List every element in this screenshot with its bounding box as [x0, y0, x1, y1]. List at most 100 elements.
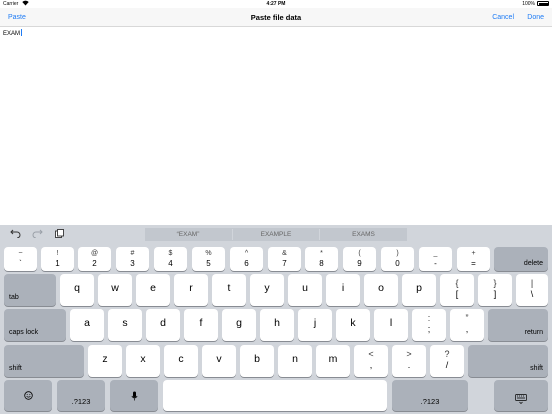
text-editor[interactable]: EXAM: [0, 28, 552, 225]
key-e[interactable]: e: [136, 274, 170, 306]
key-b[interactable]: b: [240, 345, 274, 377]
key-a[interactable]: a: [70, 309, 104, 341]
key-v[interactable]: v: [202, 345, 236, 377]
key-o[interactable]: o: [364, 274, 398, 306]
key-i[interactable]: i: [326, 274, 360, 306]
numbers-key-left[interactable]: .?123: [57, 380, 105, 411]
key-quote[interactable]: ”,: [450, 309, 484, 341]
caps-lock-key[interactable]: caps lock: [4, 309, 66, 341]
key-top-char: ^: [244, 250, 249, 257]
key-9[interactable]: (9: [343, 247, 376, 271]
key-7[interactable]: & 7: [268, 247, 301, 271]
key-y[interactable]: y: [250, 274, 284, 306]
key-3[interactable]: #3: [116, 247, 149, 271]
key-char: c: [178, 353, 184, 365]
key-n[interactable]: n: [278, 345, 312, 377]
key-semicolon[interactable]: :;: [412, 309, 446, 341]
suggestion-exams[interactable]: EXAMS: [320, 228, 407, 241]
key-question[interactable]: ? /: [430, 345, 464, 377]
key-top-char: ~: [18, 250, 23, 257]
key-u[interactable]: u: [288, 274, 322, 306]
key-p[interactable]: p: [402, 274, 436, 306]
key-j[interactable]: j: [298, 309, 332, 341]
editor-content[interactable]: EXAM: [3, 29, 22, 37]
undo-icon[interactable]: [10, 229, 21, 240]
shift-key-right[interactable]: shift: [468, 345, 548, 377]
key-bottom-char: .: [407, 360, 411, 370]
key-t[interactable]: t: [212, 274, 246, 306]
status-time: 4:27 PM: [266, 1, 286, 7]
key-bottom-char: ;: [427, 324, 431, 334]
key-char: t: [227, 282, 231, 294]
key-bottom-char: 3: [130, 259, 135, 268]
key-char: v: [216, 353, 222, 365]
key-char: l: [389, 317, 393, 329]
numbers-key-right[interactable]: .?123: [392, 380, 468, 411]
key-m[interactable]: m: [316, 345, 350, 377]
key-4[interactable]: $4: [154, 247, 187, 271]
key-d[interactable]: d: [146, 309, 180, 341]
on-screen-keyboard: “EXAM” EXAMPLE EXAMS ~ ` ! 1 @2 #3 $4 % 5 ^…: [0, 225, 552, 414]
key-l[interactable]: l: [374, 309, 408, 341]
battery-icon: [537, 1, 549, 6]
key-2[interactable]: @2: [78, 247, 111, 271]
key-equals[interactable]: + =: [457, 247, 490, 271]
key-bottom-char: /: [445, 360, 449, 370]
key-s[interactable]: s: [108, 309, 142, 341]
suggestion-example[interactable]: EXAMPLE: [233, 228, 319, 241]
key-char: e: [150, 282, 156, 294]
key-q[interactable]: q: [60, 274, 94, 306]
key-top-char: ”: [465, 313, 469, 323]
tab-key[interactable]: tab: [4, 274, 56, 306]
cancel-button[interactable]: Cancel: [492, 14, 514, 21]
key-bottom-char: 1: [55, 259, 60, 268]
key-top-char: :: [427, 313, 431, 323]
delete-key[interactable]: delete: [494, 247, 548, 271]
clipboard-icon[interactable]: [55, 229, 64, 240]
keyboard-dismiss-key[interactable]: [494, 380, 548, 411]
key-char: j: [313, 317, 317, 329]
key-1[interactable]: ! 1: [41, 247, 74, 271]
key-6[interactable]: ^ 6: [230, 247, 263, 271]
key-char: n: [292, 353, 298, 365]
redo-icon[interactable]: [32, 229, 43, 240]
key-char: w: [111, 282, 119, 294]
key-right-brace[interactable]: }]: [478, 274, 512, 306]
key-0[interactable]: ) 0: [381, 247, 414, 271]
page-title: Paste file data: [250, 13, 302, 22]
key-backtick[interactable]: ~ `: [4, 247, 37, 271]
key-z[interactable]: z: [88, 345, 122, 377]
key-g[interactable]: g: [222, 309, 256, 341]
key-x[interactable]: x: [126, 345, 160, 377]
key-bottom-char: \: [530, 289, 534, 299]
key-minus[interactable]: _ -: [419, 247, 452, 271]
key-backslash[interactable]: | \: [516, 274, 548, 306]
key-top-char: *: [320, 250, 323, 257]
key-greater-than[interactable]: >.: [392, 345, 426, 377]
key-bottom-char: 6: [244, 259, 249, 268]
emoji-key[interactable]: [4, 380, 52, 411]
key-char: h: [274, 317, 280, 329]
space-bar[interactable]: [163, 380, 387, 411]
done-button[interactable]: Done: [527, 14, 544, 21]
return-key[interactable]: return: [488, 309, 548, 341]
key-k[interactable]: k: [336, 309, 370, 341]
key-bottom-char: [: [455, 289, 459, 299]
key-8[interactable]: * 8: [305, 247, 338, 271]
microphone-key[interactable]: [110, 380, 158, 411]
key-f[interactable]: f: [184, 309, 218, 341]
key-char: a: [84, 317, 90, 329]
shift-key-left[interactable]: shift: [4, 345, 84, 377]
suggestion-quoted[interactable]: “EXAM”: [145, 228, 231, 241]
key-left-brace[interactable]: {[: [440, 274, 474, 306]
key-h[interactable]: h: [260, 309, 294, 341]
key-r[interactable]: r: [174, 274, 208, 306]
key-bottom-char: 7: [282, 259, 287, 268]
key-top-char: (: [358, 250, 361, 257]
key-c[interactable]: c: [164, 345, 198, 377]
key-less-than[interactable]: <,: [354, 345, 388, 377]
key-5[interactable]: % 5: [192, 247, 225, 271]
key-bottom-char: ,: [465, 324, 469, 334]
key-w[interactable]: w: [98, 274, 132, 306]
tab-label: tab: [9, 294, 19, 301]
